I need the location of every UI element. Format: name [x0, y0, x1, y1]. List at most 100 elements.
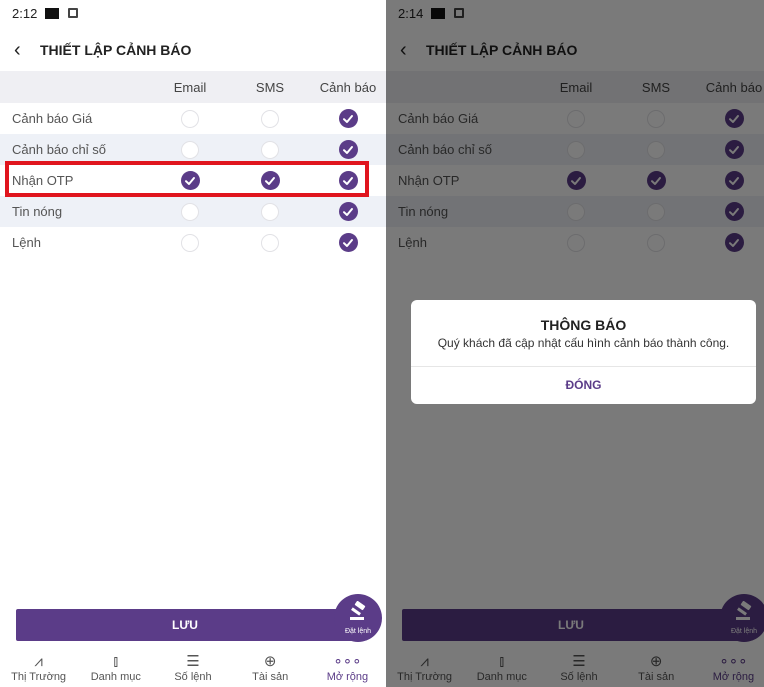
row-label: Cảnh báo Giá [12, 111, 93, 126]
email-toggle-unchecked[interactable] [567, 202, 585, 221]
email-toggle-unchecked[interactable] [181, 233, 199, 252]
nav-item[interactable]: ∘∘∘ Mở rộng [309, 649, 386, 687]
more-icon: ∘∘∘ [333, 653, 362, 670]
nav-label: Tài sản [638, 671, 675, 683]
alert-toggle-checked[interactable] [724, 233, 744, 252]
fab-label: Đặt lệnh [344, 628, 372, 635]
alert-toggle-checked[interactable] [724, 202, 744, 221]
sms-toggle-unchecked[interactable] [261, 202, 279, 221]
alert-toggle-checked[interactable] [338, 233, 358, 252]
email-toggle-unchecked[interactable] [567, 109, 585, 128]
save-button[interactable]: LƯU [402, 609, 740, 641]
dialog-title: THÔNG BÁO [540, 317, 627, 333]
sms-toggle-unchecked[interactable] [647, 109, 665, 128]
gavel-icon [347, 600, 369, 626]
alert-toggle-checked[interactable] [338, 202, 358, 221]
email-toggle-checked[interactable] [180, 171, 200, 190]
nav-label: Danh mục [476, 671, 527, 683]
col-sms: SMS [641, 79, 671, 95]
table-row: Cảnh báo chỉ số [0, 134, 386, 165]
table-row: Cảnh báo Giá [386, 103, 764, 134]
more-icon: ∘∘∘ [719, 653, 748, 670]
nav-item[interactable]: ⊕ Tài sản [618, 649, 695, 687]
table-row: Nhận OTP [0, 165, 386, 196]
notification-icon [431, 7, 446, 19]
table-row: Cảnh báo Giá [0, 103, 386, 134]
nav-label: Mở rộng [712, 671, 755, 683]
alert-toggle-checked[interactable] [724, 171, 744, 190]
nav-label: Số lệnh [174, 671, 212, 683]
nav-item[interactable]: ⫾ Danh mục [77, 649, 154, 687]
sms-toggle-unchecked[interactable] [261, 109, 279, 128]
email-toggle-checked[interactable] [566, 171, 586, 190]
place-order-fab[interactable]: Đặt lệnh [720, 594, 764, 642]
sms-toggle-unchecked[interactable] [647, 202, 665, 221]
nav-item[interactable]: ☰ Số lệnh [154, 649, 231, 687]
table-row: Cảnh báo chỉ số [386, 134, 764, 165]
alert-toggle-checked[interactable] [724, 140, 744, 159]
email-toggle-unchecked[interactable] [567, 140, 585, 159]
sms-toggle-unchecked[interactable] [647, 140, 665, 159]
email-toggle-unchecked[interactable] [567, 233, 585, 252]
col-email: Email [559, 79, 593, 95]
fab-label: Đặt lệnh [730, 628, 758, 635]
table-row: Lệnh [386, 227, 764, 258]
status-bar: 2:14 [386, 0, 764, 26]
bar-chart-icon: ⫾ [499, 653, 505, 670]
col-alert: Cảnh báo [705, 79, 763, 95]
nav-label: Thị Trường [11, 671, 67, 683]
email-toggle-unchecked[interactable] [181, 202, 199, 221]
nav-item[interactable]: ∘∘∘ Mở rộng [695, 649, 764, 687]
place-order-fab[interactable]: Đặt lệnh [334, 594, 382, 642]
page-title: THIẾT LẬP CẢNH BÁO [40, 42, 192, 58]
row-label: Nhận OTP [398, 173, 460, 188]
pie-icon: ⊕ [263, 653, 277, 670]
back-arrow-icon[interactable]: ‹ [14, 40, 36, 60]
sms-toggle-checked[interactable] [646, 171, 666, 190]
table-row: Tin nóng [0, 196, 386, 227]
dialog-message: Quý khách đã cập nhật cấu hình cảnh báo … [437, 336, 730, 350]
pulse-icon: ⩘ [34, 653, 43, 670]
alert-toggle-checked[interactable] [724, 109, 744, 128]
sms-toggle-unchecked[interactable] [261, 140, 279, 159]
alert-toggle-checked[interactable] [338, 109, 358, 128]
alert-toggle-checked[interactable] [338, 171, 358, 190]
nav-item[interactable]: ☰ Số lệnh [540, 649, 617, 687]
nav-item[interactable]: ⩘ Thị Trường [386, 649, 463, 687]
email-toggle-unchecked[interactable] [181, 140, 199, 159]
nav-label: Mở rộng [326, 671, 369, 683]
save-button[interactable]: LƯU [16, 609, 354, 641]
sms-toggle-unchecked[interactable] [261, 233, 279, 252]
col-email: Email [173, 79, 207, 95]
bottom-nav: ⩘ Thị Trường ⫾ Danh mục ☰ Số lệnh ⊕ Tài sản ∘∘∘ M… [386, 649, 764, 687]
table-header: Email SMS Cảnh báo [386, 71, 764, 103]
nav-item[interactable]: ⫾ Danh mục [463, 649, 540, 687]
status-time: 2:12 [12, 5, 38, 21]
sms-toggle-unchecked[interactable] [647, 233, 665, 252]
row-label: Lệnh [12, 235, 41, 250]
gavel-icon [733, 600, 755, 626]
row-label: Cảnh báo Giá [398, 111, 479, 126]
app-bar: ‹ THIẾT LẬP CẢNH BÁO [386, 36, 764, 64]
col-sms: SMS [255, 79, 285, 95]
nav-label: Số lệnh [560, 671, 598, 683]
settings-screen-after: 2:14 ‹ THIẾT LẬP CẢNH BÁO Email SMS Cảnh… [386, 0, 764, 687]
nav-item[interactable]: ⩘ Thị Trường [0, 649, 77, 687]
app-bar: ‹ THIẾT LẬP CẢNH BÁO [0, 36, 386, 64]
nav-item[interactable]: ⊕ Tài sản [232, 649, 309, 687]
table-row: Lệnh [0, 227, 386, 258]
alert-toggle-checked[interactable] [338, 140, 358, 159]
back-arrow-icon[interactable]: ‹ [400, 40, 422, 60]
pulse-icon: ⩘ [420, 653, 429, 670]
nav-label: Danh mục [90, 671, 141, 683]
sms-toggle-checked[interactable] [260, 171, 280, 190]
notification-icon [45, 7, 60, 19]
email-toggle-unchecked[interactable] [181, 109, 199, 128]
row-label: Tin nóng [398, 204, 449, 219]
pie-icon: ⊕ [649, 653, 663, 670]
screenshot-icon [68, 8, 79, 18]
bottom-nav: ⩘ Thị Trường ⫾ Danh mục ☰ Số lệnh ⊕ Tài sản ∘∘∘ M… [0, 649, 386, 687]
bar-chart-icon: ⫾ [113, 653, 119, 670]
row-label: Tin nóng [12, 204, 63, 219]
close-dialog-button[interactable]: ĐÓNG [411, 378, 756, 392]
